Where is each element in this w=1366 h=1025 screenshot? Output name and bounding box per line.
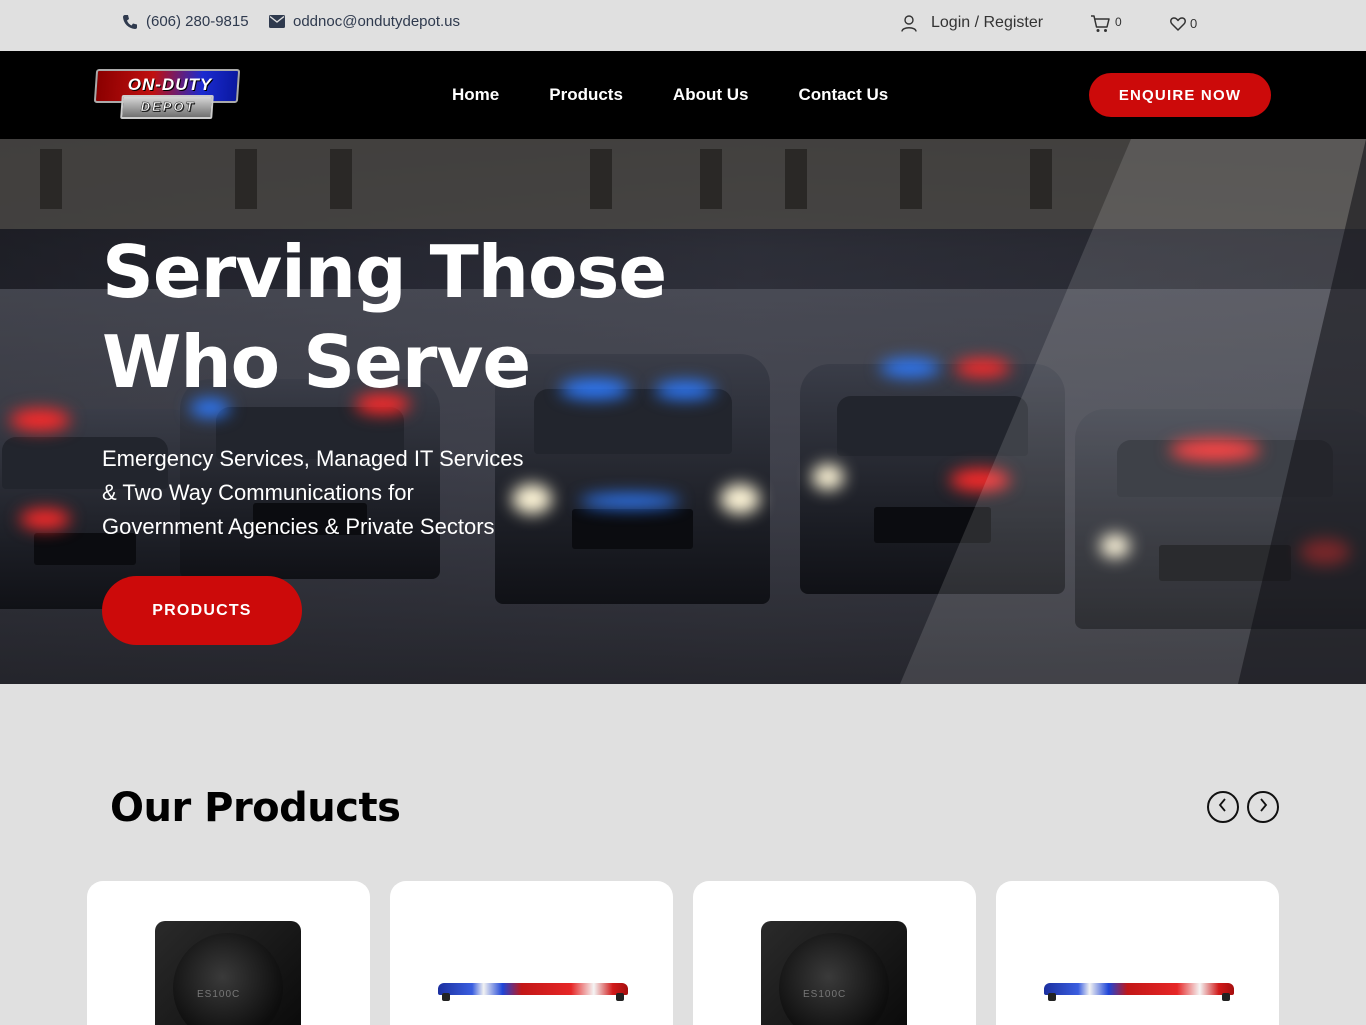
nav-contact-us[interactable]: Contact Us — [798, 85, 888, 105]
hero-subtitle-line-3: Government Agencies & Private Sectors — [102, 514, 495, 539]
emergency-light — [20, 509, 70, 529]
siren-speaker-image: ES100C — [155, 921, 301, 1025]
hero-subtitle-line-1: Emergency Services, Managed IT Services — [102, 446, 524, 471]
emergency-light — [880, 359, 940, 377]
nav-about-us[interactable]: About Us — [673, 85, 749, 105]
product-card[interactable] — [996, 881, 1279, 1025]
main-menu: Home Products About Us Contact Us — [452, 85, 888, 105]
headlight — [812, 464, 844, 490]
product-card[interactable] — [390, 881, 673, 1025]
siren-speaker-image: ES100C — [761, 921, 907, 1025]
phone-link[interactable]: (606) 280-9815 — [122, 13, 249, 30]
phone-icon — [122, 14, 138, 30]
cart-button[interactable]: 0 — [1090, 15, 1122, 33]
email-link[interactable]: oddnoc@ondutydepot.us — [269, 13, 460, 30]
speaker-brand-label: ES100C — [803, 989, 847, 1000]
lightbar-image — [1044, 977, 1234, 1001]
site-logo[interactable]: ON-DUTY DEPOT — [93, 69, 241, 121]
email-address: oddnoc@ondutydepot.us — [293, 13, 461, 30]
speaker-brand-label: ES100C — [197, 989, 241, 1000]
logo-text-bottom: DEPOT — [140, 99, 196, 115]
lightbar-image — [438, 977, 628, 1001]
wishlist-button[interactable]: 0 — [1170, 16, 1197, 31]
cart-icon — [1090, 15, 1110, 33]
carousel-next-button[interactable] — [1247, 791, 1279, 823]
envelope-icon — [269, 15, 285, 28]
emergency-light — [955, 359, 1010, 377]
phone-number: (606) 280-9815 — [146, 13, 249, 30]
hero-subtitle: Emergency Services, Managed IT Services … — [102, 442, 572, 544]
logo-text-top: ON-DUTY — [127, 75, 213, 94]
building-window — [900, 149, 922, 209]
products-section-title: Our Products — [110, 785, 401, 831]
login-register-link[interactable]: Login / Register — [901, 14, 1043, 32]
login-label: Login / Register — [931, 14, 1044, 31]
hero-banner: Serving Those Who Serve Emergency Servic… — [0, 139, 1366, 684]
chevron-right-icon — [1257, 797, 1269, 817]
building-window — [330, 149, 352, 209]
carousel-prev-button[interactable] — [1207, 791, 1239, 823]
nav-home[interactable]: Home — [452, 85, 499, 105]
building-window — [40, 149, 62, 209]
hero-subtitle-line-2: & Two Way Communications for — [102, 480, 414, 505]
cart-count: 0 — [1115, 15, 1122, 29]
hero-title-line-2: Who Serve — [102, 320, 531, 404]
wishlist-count: 0 — [1190, 16, 1198, 31]
hero-title: Serving Those Who Serve — [102, 227, 802, 407]
top-bar: (606) 280-9815 oddnoc@ondutydepot.us Log… — [0, 0, 1366, 51]
hero-products-button[interactable]: PRODUCTS — [102, 576, 302, 645]
heart-icon — [1170, 16, 1186, 31]
emergency-light — [580, 494, 680, 508]
enquire-now-button[interactable]: ENQUIRE NOW — [1089, 73, 1271, 117]
building-window — [235, 149, 257, 209]
main-navbar: ON-DUTY DEPOT Home Products About Us Con… — [0, 51, 1366, 139]
headlight — [720, 484, 760, 514]
product-card[interactable]: ES100C — [693, 881, 976, 1025]
chevron-left-icon — [1217, 797, 1229, 817]
product-card[interactable]: ES100C — [87, 881, 370, 1025]
nav-products[interactable]: Products — [549, 85, 623, 105]
building-window — [700, 149, 722, 209]
building-window — [785, 149, 807, 209]
emergency-light — [10, 409, 70, 431]
building-window — [1030, 149, 1052, 209]
user-icon — [901, 14, 917, 32]
hero-title-line-1: Serving Those — [102, 230, 667, 314]
building-window — [590, 149, 612, 209]
